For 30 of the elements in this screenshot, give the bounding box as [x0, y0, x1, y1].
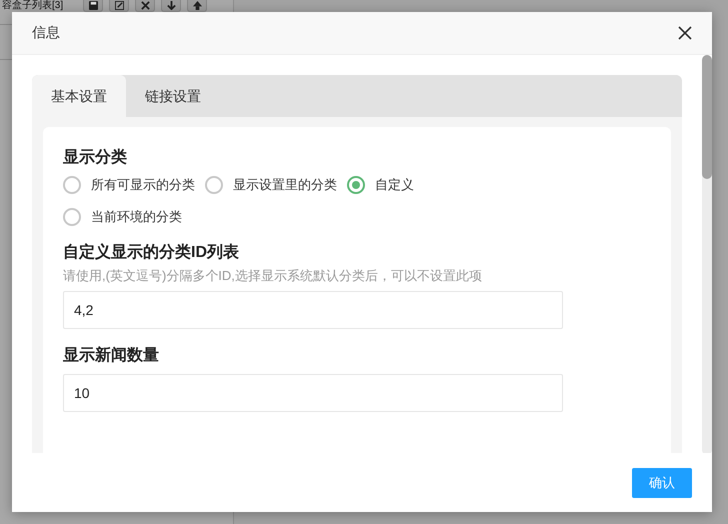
input-field[interactable]: 4,2: [63, 291, 563, 329]
down-arrow-icon: [166, 1, 176, 10]
toolbar-button[interactable]: [109, 0, 130, 12]
toolbar-button[interactable]: [187, 0, 208, 12]
radio-button[interactable]: [63, 176, 81, 194]
scrollbar[interactable]: [702, 55, 712, 453]
scrollbar-thumb[interactable]: [702, 55, 712, 179]
cross-icon: [140, 1, 150, 10]
radio-label: 显示设置里的分类: [233, 176, 337, 194]
radio-button[interactable]: [63, 208, 81, 226]
pencil-icon: [114, 1, 124, 10]
input-field[interactable]: 10: [63, 374, 563, 412]
field-label: 自定义显示的分类ID列表: [63, 242, 240, 263]
dialog-title: 信息: [32, 24, 60, 42]
toolbar-button[interactable]: [83, 0, 104, 12]
tab[interactable]: 链接设置: [126, 75, 220, 117]
close-icon[interactable]: [678, 26, 692, 40]
radio-button[interactable]: [205, 176, 223, 194]
field-label: 显示新闻数量: [63, 345, 160, 366]
toolbar-button[interactable]: [161, 0, 182, 12]
radio-label: 所有可显示的分类: [91, 176, 195, 194]
radio-label: 自定义: [375, 176, 414, 194]
radio-button[interactable]: [347, 176, 365, 194]
hint-text: 请使用,(英文逗号)分隔多个ID,选择显示系统默认分类后，可以不设置此项: [63, 267, 483, 285]
up-arrow-icon: [192, 1, 202, 10]
tab[interactable]: 基本设置: [32, 75, 126, 117]
field-label: 显示分类: [63, 148, 128, 168]
toolbar-button[interactable]: [135, 0, 156, 12]
save-icon: [88, 1, 98, 10]
radio-label: 当前环境的分类: [91, 208, 182, 226]
